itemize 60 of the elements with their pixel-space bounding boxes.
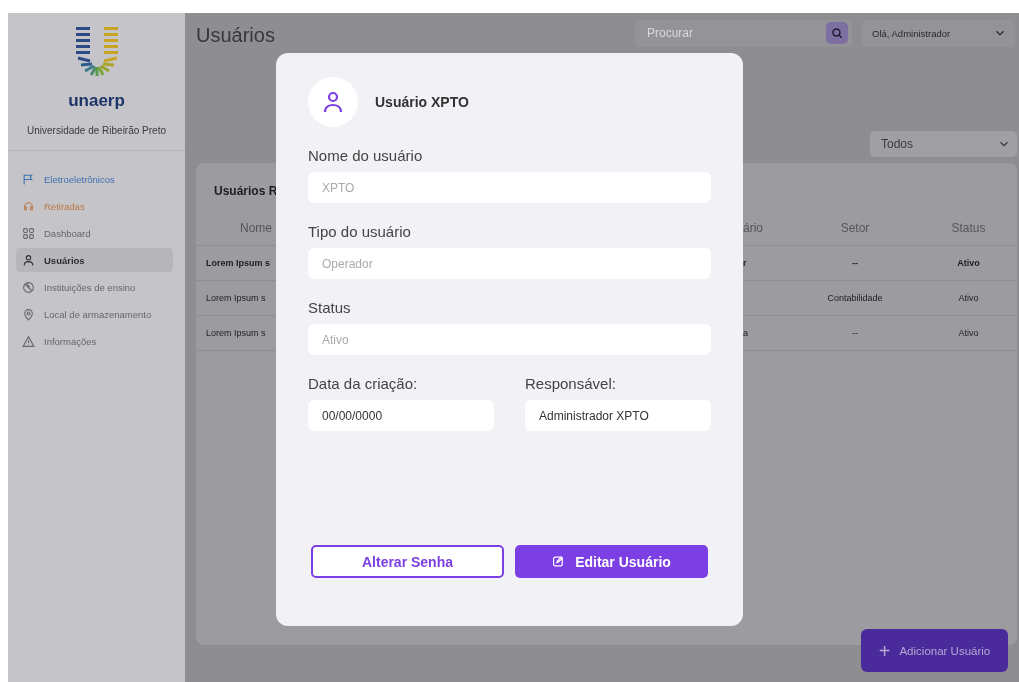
column-header: Setor [840, 221, 870, 235]
field-label: Data da criação: [308, 375, 419, 392]
change-password-button[interactable]: Alterar Senha [311, 545, 504, 578]
nav-label: Retiradas [44, 200, 85, 212]
field-label: Nome do usuário [308, 147, 424, 164]
table-cell: Ativo [958, 328, 979, 338]
table-cell: a [743, 328, 748, 338]
column-header: Status [951, 221, 986, 235]
nav-label: Eletroeletrônicos [44, 173, 115, 185]
filter-value: Todos [881, 137, 914, 151]
nav-label: Local de armazenamento [44, 308, 152, 320]
nav-item[interactable]: Dashboard [16, 221, 173, 245]
nav-item[interactable]: Instituições de ensino [16, 275, 173, 299]
nav-label: Usuários [44, 254, 85, 266]
add-user-button[interactable]: + Adicionar Usuário [861, 629, 1008, 672]
nav-item[interactable]: Local de armazenamento [16, 302, 173, 326]
filter-dropdown[interactable]: Todos [870, 131, 1017, 157]
page-title: Usuários [196, 23, 276, 47]
field-label: Tipo do usuário [308, 223, 412, 240]
table-cell: Lorem Ipsum s [206, 293, 266, 303]
warning-icon [22, 334, 35, 348]
brand-name: unaerp [68, 91, 125, 111]
search-icon [830, 25, 844, 40]
nav-item[interactable]: Eletroeletrônicos [16, 167, 173, 191]
nav-label: Instituições de ensino [44, 281, 136, 293]
edit-button[interactable]: Editar Usuário [515, 545, 708, 578]
nav-label: Dashboard [44, 227, 91, 239]
column-header: ário [743, 221, 763, 235]
table-cell: Contabilidade [827, 293, 883, 303]
user-greeting: Olá, Administrador [872, 27, 951, 39]
column-header: Nome [240, 221, 272, 235]
edit-icon [552, 555, 566, 568]
person-icon [321, 90, 345, 114]
table-cell: Ativo [957, 258, 980, 268]
input-field[interactable]: 00/00/0000 [308, 400, 494, 431]
table-cell: Lorem Ipsum s [206, 258, 270, 268]
table-cell: -- [852, 258, 858, 268]
search-button[interactable] [826, 21, 848, 44]
modal-title: Usuário XPTO [375, 94, 469, 110]
input-field[interactable]: Administrador XPTO [525, 400, 711, 431]
person-icon [22, 253, 35, 267]
nav-item[interactable]: Informações [16, 329, 173, 353]
nav-item[interactable]: Usuários [16, 248, 173, 272]
table-cell: r [743, 258, 747, 268]
nav-label: Informações [44, 335, 97, 347]
input-field[interactable]: XPTO [308, 172, 711, 203]
field-label: Responsável: [525, 375, 617, 392]
headset-icon [22, 199, 35, 213]
field-label: Status [308, 299, 352, 316]
table-cell: Ativo [958, 293, 979, 303]
search-field[interactable]: Procurar [635, 19, 852, 47]
location-pin-icon [22, 307, 35, 321]
input-field[interactable]: Operador [308, 248, 711, 279]
user-menu[interactable]: Olá, Administrador [862, 19, 1015, 47]
flag-icon [22, 172, 35, 186]
grid-icon [22, 226, 35, 240]
input-field[interactable]: Ativo [308, 324, 711, 355]
brand-subtitle: Universidade de Ribeirão Preto [27, 125, 166, 136]
table-cell: Lorem Ipsum s [206, 328, 266, 338]
table-cell: -- [852, 328, 858, 338]
